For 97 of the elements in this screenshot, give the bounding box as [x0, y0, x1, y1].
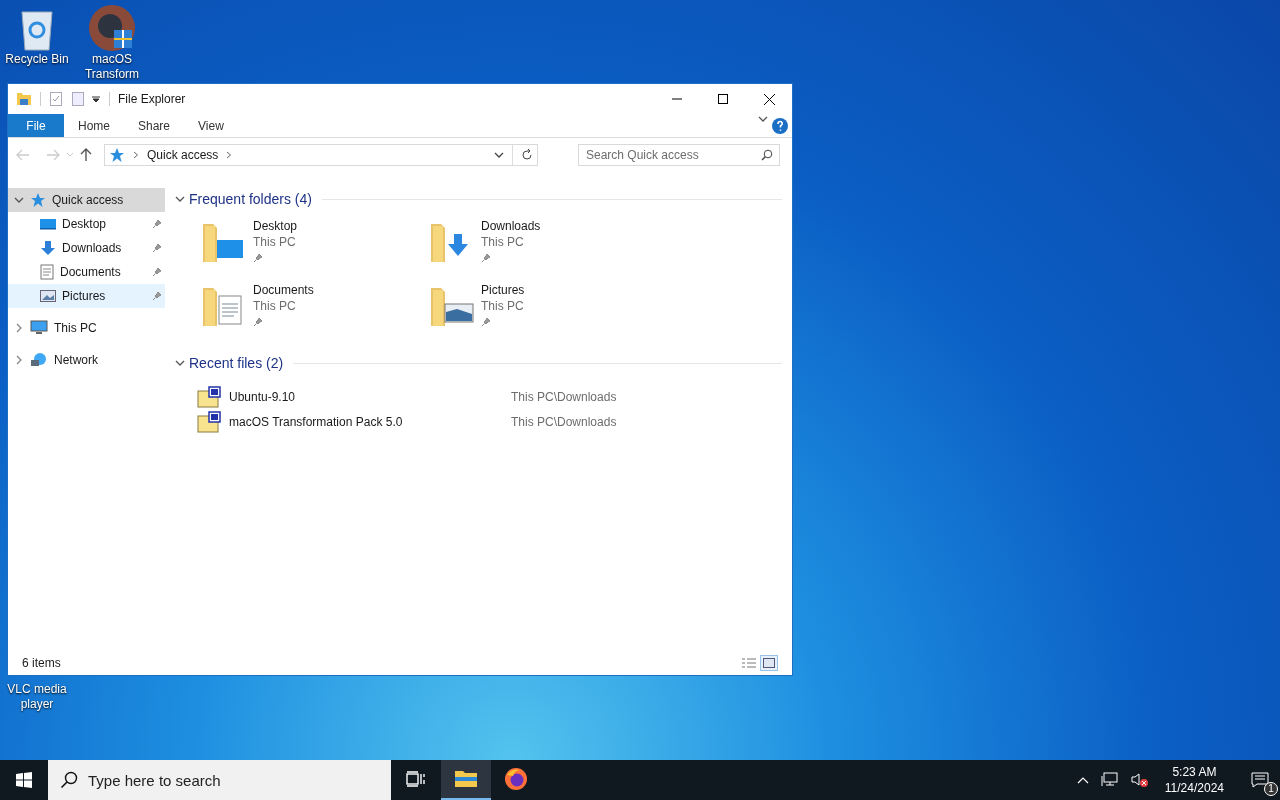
nav-label: Pictures — [62, 288, 107, 305]
down-arrow-icon — [40, 240, 56, 256]
file-name: Ubuntu-9.10 — [229, 388, 297, 406]
pin-icon[interactable] — [481, 317, 491, 327]
file-location: This PC\Downloads — [511, 388, 617, 406]
folder-tile[interactable]: Documents This PC — [199, 282, 427, 330]
notification-icon[interactable] — [1251, 772, 1269, 788]
chevron-right-icon[interactable] — [133, 151, 139, 159]
desktop-icon-label[interactable]: macOS Transform — [75, 52, 149, 82]
search-field[interactable]: Search Quick access — [578, 144, 780, 166]
file-location: This PC\Downloads — [511, 413, 617, 431]
nav-item[interactable]: Desktop — [8, 212, 165, 236]
address-dropdown-icon[interactable] — [494, 150, 504, 160]
nav-item[interactable]: Network — [8, 348, 165, 372]
pin-icon[interactable] — [481, 253, 491, 263]
pin-icon[interactable] — [152, 291, 162, 301]
disc-image-file-icon — [197, 385, 221, 408]
chevron-icon[interactable] — [175, 358, 185, 368]
address-bar[interactable]: Quick access — [104, 144, 538, 166]
taskbar-app-button[interactable] — [441, 760, 491, 800]
help-icon[interactable] — [772, 117, 788, 134]
notification-count: 1 — [1264, 782, 1278, 796]
file-row[interactable]: Ubuntu-9.10 This PC\Downloads — [197, 384, 782, 409]
file-name: macOS Transformation Pack 5.0 — [229, 413, 404, 431]
pin-icon[interactable] — [253, 317, 263, 327]
desktop-icon-label[interactable]: Recycle Bin — [5, 52, 69, 67]
tiles-view-button[interactable] — [760, 655, 778, 671]
folder-name: Documents — [253, 282, 314, 298]
ribbon-tab[interactable]: Share — [124, 114, 185, 137]
folder-tile[interactable]: Desktop This PC — [199, 218, 427, 266]
folder-tile[interactable]: Pictures This PC — [427, 282, 655, 330]
folder-location: This PC — [481, 298, 525, 314]
star-icon — [30, 192, 46, 208]
setup-file-icon — [197, 410, 221, 433]
windows-logo-icon — [16, 772, 32, 788]
folder-icon — [454, 769, 478, 789]
folder-location: This PC — [253, 298, 297, 314]
folder-name: Desktop — [253, 218, 298, 234]
file-menu-tab[interactable]: File — [8, 114, 64, 137]
section-header[interactable]: Recent files (2) — [189, 352, 284, 374]
clock-time[interactable]: 5:23 AM — [1172, 764, 1217, 780]
network-icon — [30, 352, 48, 368]
nav-item[interactable]: Pictures — [8, 284, 165, 308]
picture-icon — [40, 289, 56, 303]
folder-name: Pictures — [481, 282, 525, 298]
task-view-icon — [406, 771, 426, 787]
app-icon[interactable] — [88, 4, 136, 52]
close-icon — [763, 93, 775, 105]
nav-item[interactable]: Downloads — [8, 236, 165, 260]
document-icon — [40, 264, 54, 280]
chevron-icon[interactable] — [175, 194, 185, 204]
pin-icon[interactable] — [152, 243, 162, 253]
nav-label: Downloads — [62, 240, 123, 257]
dropdown-icon[interactable] — [91, 94, 101, 104]
item-count: 6 items — [22, 655, 61, 672]
search-icon — [761, 149, 773, 161]
folder-tile[interactable]: Downloads This PC — [427, 218, 655, 266]
folder-location: This PC — [481, 234, 525, 250]
up-arrow-icon[interactable] — [80, 148, 92, 162]
nav-label: Network — [54, 352, 98, 369]
computer-icon — [30, 320, 48, 336]
nav-item[interactable]: This PC — [8, 316, 165, 340]
desktop-icon — [40, 217, 56, 231]
nav-label: Documents — [60, 264, 122, 281]
file-row[interactable]: macOS Transformation Pack 5.0 This PC\Downloads — [197, 409, 782, 434]
chevron-up-icon[interactable] — [1076, 776, 1089, 784]
section-header[interactable]: Frequent folders (4) — [189, 188, 312, 210]
expand-ribbon-icon[interactable] — [758, 114, 768, 124]
search-icon — [60, 771, 78, 789]
refresh-icon[interactable] — [521, 149, 533, 161]
folder-name: Downloads — [481, 218, 541, 234]
collapse-chevron-icon[interactable] — [14, 195, 24, 205]
folder-icon[interactable] — [16, 92, 32, 106]
desktop-icon-label[interactable]: VLC media player — [0, 682, 74, 712]
pin-icon[interactable] — [253, 253, 263, 263]
window-title: File Explorer — [118, 91, 186, 108]
pin-icon[interactable] — [152, 219, 162, 229]
address-path[interactable]: Quick access — [147, 146, 219, 164]
clock-date[interactable]: 11/24/2024 — [1164, 780, 1224, 796]
nav-item[interactable]: Quick access — [8, 188, 165, 212]
nav-label: This PC — [54, 320, 97, 337]
expand-chevron-icon[interactable] — [14, 323, 24, 333]
browser-icon — [504, 767, 528, 791]
chevron-right-icon[interactable] — [226, 151, 233, 159]
muted-speaker-icon[interactable] — [1130, 772, 1149, 788]
nav-label: Quick access — [52, 192, 124, 209]
maximize-icon — [718, 94, 728, 104]
nav-item[interactable]: Documents — [8, 260, 165, 284]
folder-location: This PC — [253, 234, 297, 250]
taskbar-search-field[interactable]: Type here to search — [48, 760, 391, 800]
nav-label: Desktop — [62, 216, 108, 233]
ribbon-tab[interactable]: Home — [64, 114, 124, 137]
expand-chevron-icon[interactable] — [14, 355, 24, 365]
pin-icon[interactable] — [152, 267, 162, 277]
star-icon — [109, 147, 125, 163]
network-icon[interactable] — [1100, 772, 1119, 788]
ribbon-tab[interactable]: View — [184, 114, 238, 137]
